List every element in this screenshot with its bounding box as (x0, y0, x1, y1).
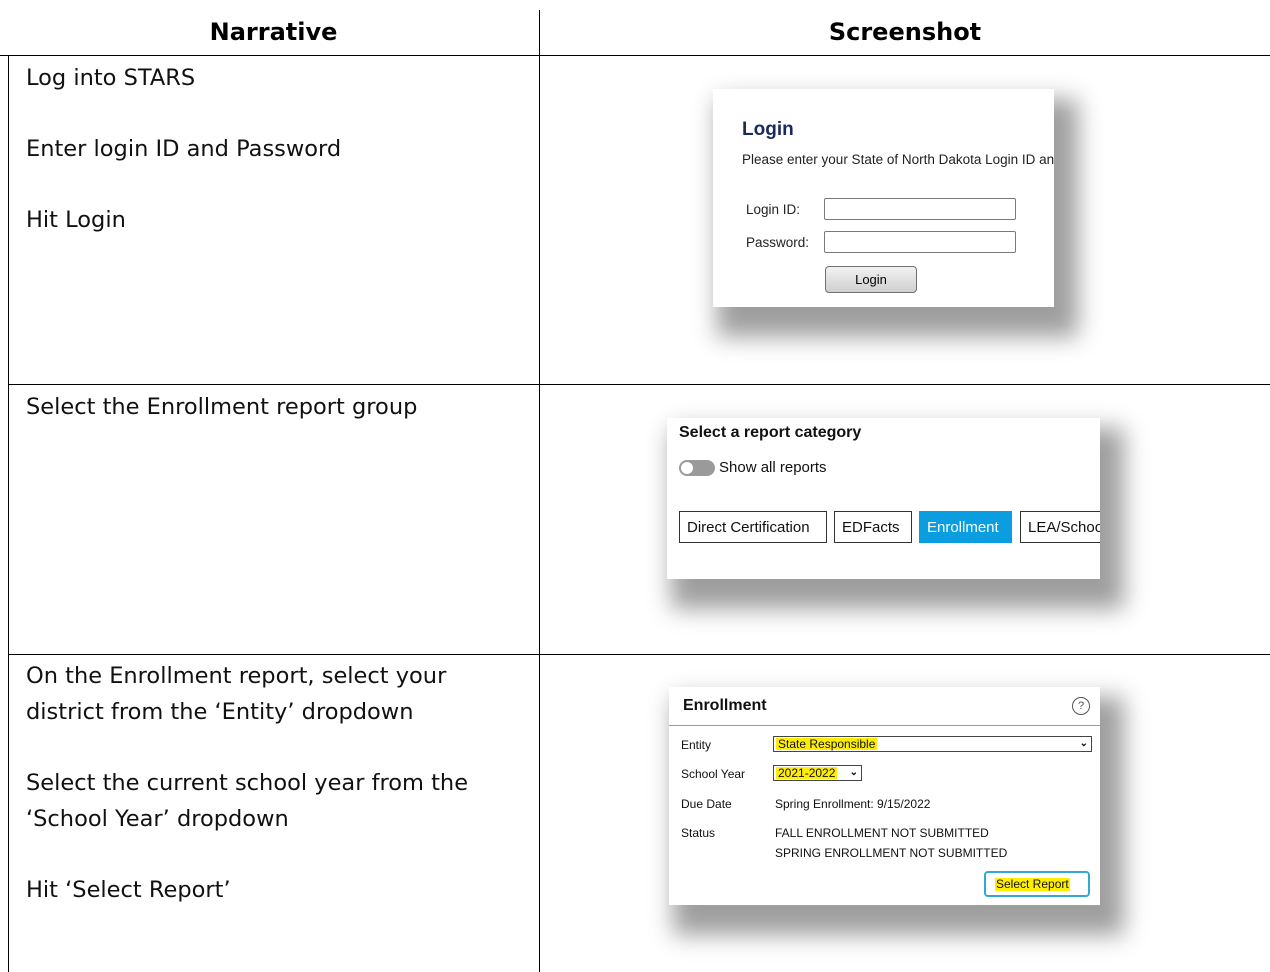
step-text: Log into STARS (26, 65, 196, 91)
row-2-narrative: Select the Enrollment report group (26, 389, 417, 425)
school-year-selected-value: 2021-2022 (776, 766, 838, 780)
enrollment-title: Enrollment (683, 697, 767, 714)
login-title: Login (742, 119, 794, 140)
category-button-lea-school[interactable]: LEA/School (1020, 511, 1100, 543)
show-all-toggle[interactable] (679, 460, 715, 476)
status-fall: FALL ENROLLMENT NOT SUBMITTED (775, 826, 989, 840)
header-narrative: Narrative (209, 18, 338, 46)
report-category-screenshot: Select a report category Show all report… (667, 418, 1100, 579)
chevron-down-icon: ⌄ (1079, 738, 1088, 749)
login-id-label: Login ID: (746, 202, 801, 217)
password-label: Password: (746, 235, 810, 250)
entity-dropdown[interactable]: State Responsible ⌄ (773, 736, 1092, 752)
login-id-input[interactable] (824, 198, 1016, 220)
password-input[interactable] (824, 231, 1016, 253)
status-spring: SPRING ENROLLMENT NOT SUBMITTED (775, 846, 1008, 860)
select-report-button[interactable]: Select Report (984, 871, 1090, 897)
entity-label: Entity (681, 738, 712, 752)
category-button-edfacts[interactable]: EDFacts (834, 511, 912, 543)
login-instructions: Please enter your State of North Dakota … (742, 152, 1054, 167)
step-text: Hit ‘Select Report’ (26, 877, 231, 903)
step-text: Select the Enrollment report group (26, 394, 418, 420)
row-rule-2 (8, 654, 1270, 655)
table-left-border (8, 55, 9, 972)
entity-selected-value: State Responsible (776, 737, 878, 751)
login-screenshot: Login Please enter your State of North D… (713, 89, 1054, 307)
due-date-value: Spring Enrollment: 9/15/2022 (775, 797, 931, 811)
toggle-knob (681, 462, 693, 474)
category-button-direct-certification[interactable]: Direct Certification (679, 511, 827, 543)
step-text: Enter login ID and Password (26, 136, 342, 162)
chevron-down-icon: ⌄ (849, 767, 858, 778)
select-report-label: Select Report (995, 877, 1070, 891)
header-screenshot: Screenshot (828, 18, 982, 46)
row-rule-1 (8, 384, 1270, 385)
row-1-narrative: Log into STARS Enter login ID and Passwo… (26, 60, 341, 238)
title-divider (669, 725, 1100, 726)
school-year-label: School Year (681, 767, 746, 781)
school-year-dropdown[interactable]: 2021-2022 ⌄ (773, 765, 862, 781)
category-title: Select a report category (679, 424, 862, 441)
question-circle-icon[interactable]: ? (1072, 697, 1090, 715)
category-button-enrollment[interactable]: Enrollment (919, 511, 1012, 543)
show-all-label: Show all reports (719, 459, 827, 476)
row-3-narrative: On the Enrollment report, select your di… (26, 658, 468, 908)
header-rule (0, 55, 1270, 56)
due-date-label: Due Date (681, 797, 732, 811)
step-text: Hit Login (26, 207, 126, 233)
step-text: ‘School Year’ dropdown (26, 806, 289, 832)
login-button[interactable]: Login (825, 266, 917, 293)
status-label: Status (681, 826, 716, 840)
column-divider (539, 10, 540, 972)
step-text: On the Enrollment report, select your (26, 663, 447, 689)
enrollment-screenshot: Enrollment ? Entity State Responsible ⌄ … (669, 687, 1100, 905)
step-text: district from the ‘Entity’ dropdown (26, 699, 414, 725)
step-text: Select the current school year from the (26, 770, 469, 796)
